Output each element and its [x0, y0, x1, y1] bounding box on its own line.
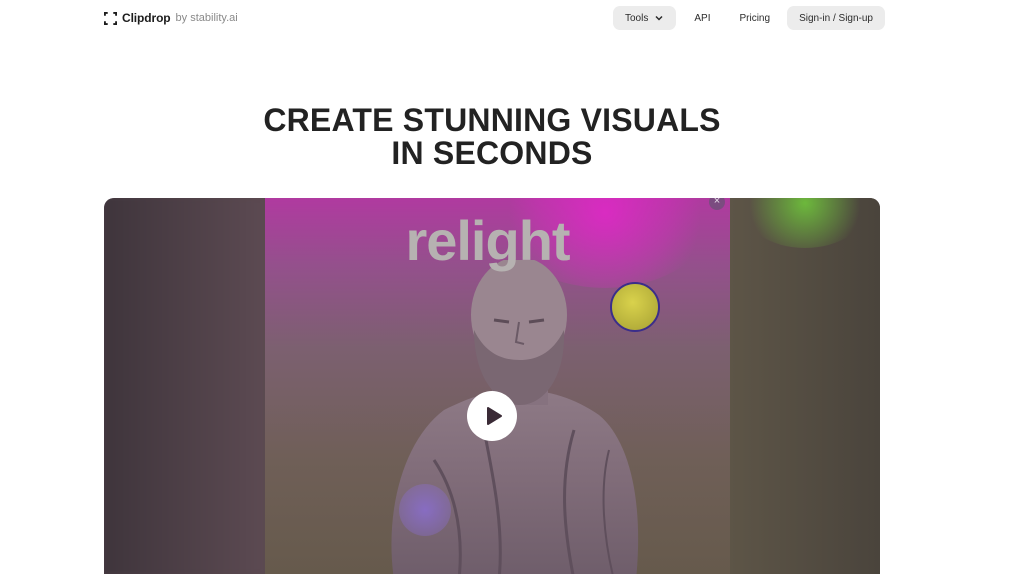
- tools-label: Tools: [625, 12, 649, 24]
- play-button[interactable]: [467, 391, 517, 441]
- play-icon: [486, 407, 502, 425]
- hero-title-line1: CREATE STUNNING VISUALS: [263, 102, 721, 138]
- demo-video[interactable]: relight ×: [104, 198, 880, 574]
- nav-link-api[interactable]: API: [694, 13, 710, 24]
- main-nav: Tools API Pricing Sign-in / Sign-up: [613, 6, 885, 30]
- tools-dropdown-button[interactable]: Tools: [613, 6, 677, 30]
- light-source-handle[interactable]: [610, 282, 660, 332]
- top-header: Clipdrop by stability.ai Tools API Prici…: [0, 0, 1024, 36]
- hero-title: CREATE STUNNING VISUALS IN SECONDS: [0, 104, 984, 170]
- purple-light-blob: [399, 484, 451, 536]
- nav-link-pricing[interactable]: Pricing: [739, 13, 770, 24]
- clipdrop-logo-icon: [104, 11, 117, 25]
- logo-by-text: by stability.ai: [175, 12, 238, 24]
- clipdrop-logo[interactable]: Clipdrop by stability.ai: [104, 9, 238, 27]
- chevron-down-icon: [655, 15, 663, 21]
- logo-name: Clipdrop: [122, 11, 171, 25]
- signin-button[interactable]: Sign-in / Sign-up: [787, 6, 885, 30]
- hero-title-line2: IN SECONDS: [391, 135, 593, 171]
- relight-overlay-text: relight: [405, 209, 570, 272]
